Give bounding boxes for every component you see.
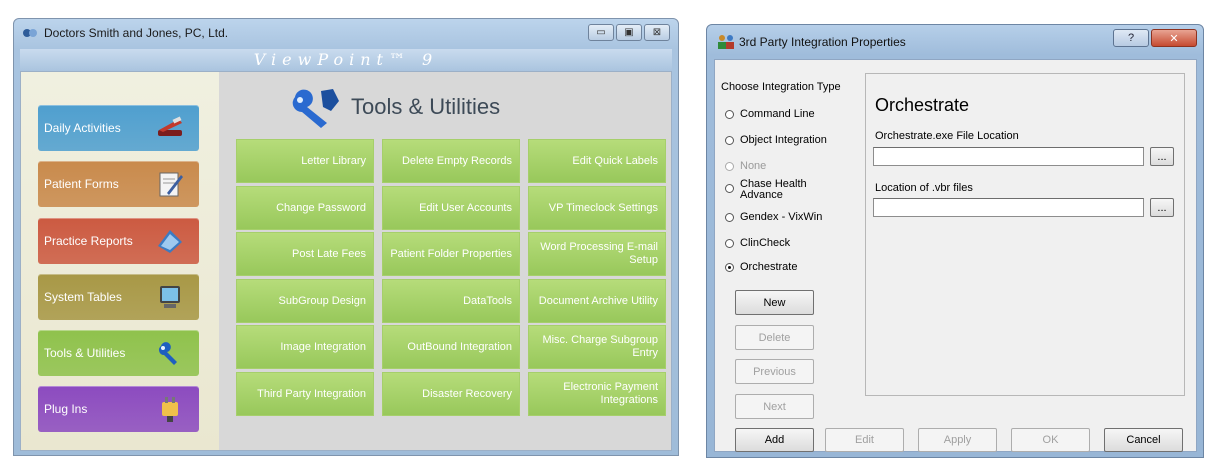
radio-label: Command Line: [740, 108, 815, 120]
nav-panel: Daily Activities Patient Forms Practice …: [21, 72, 219, 450]
monitor-icon: [160, 286, 180, 308]
maximize-button[interactable]: ▣: [616, 24, 642, 41]
tool-button[interactable]: Word Processing E-mail Setup: [528, 232, 666, 276]
dialog-client-area: Choose Integration Type Command Line Obj…: [714, 59, 1197, 452]
product-banner: ViewPoint™ 9: [20, 49, 672, 71]
main-window-title: Doctors Smith and Jones, PC, Ltd.: [44, 26, 229, 40]
tools-wrench-icon: [292, 89, 339, 128]
tool-button[interactable]: Document Archive Utility: [528, 279, 666, 323]
apply-button[interactable]: Apply: [918, 428, 997, 452]
add-button[interactable]: Add: [735, 428, 814, 452]
radio-command-line[interactable]: Command Line: [725, 108, 815, 120]
tool-button[interactable]: Delete Empty Records: [382, 139, 520, 183]
next-button[interactable]: Next: [735, 394, 814, 419]
tool-button[interactable]: OutBound Integration: [382, 325, 520, 369]
tool-button[interactable]: Patient Folder Properties: [382, 232, 520, 276]
new-button[interactable]: New: [735, 290, 814, 315]
edit-button[interactable]: Edit: [825, 428, 904, 452]
tool-button[interactable]: Edit User Accounts: [382, 186, 520, 230]
radio-label: ClinCheck: [740, 237, 791, 249]
nav-label: Plug Ins: [44, 402, 88, 416]
vbr-location-label: Location of .vbr files: [875, 182, 973, 194]
nav-label: Patient Forms: [44, 177, 119, 191]
exe-browse-button[interactable]: ...: [1150, 147, 1174, 166]
radio-dot-selected: [725, 262, 734, 272]
wrench-icon: [159, 342, 177, 365]
window-controls: ▭ ▣ ⊠: [588, 24, 670, 41]
radio-dot: [725, 135, 734, 145]
section-title: Tools & Utilities: [351, 94, 501, 119]
vbr-location-field[interactable]: [873, 198, 1144, 217]
tool-button[interactable]: Electronic Payment Integrations: [528, 372, 666, 416]
tool-button[interactable]: DataTools: [382, 279, 520, 323]
radio-label: Gendex - VixWin: [740, 211, 823, 223]
tool-button[interactable]: Misc. Charge Subgroup Entry: [528, 325, 666, 369]
tool-button[interactable]: VP Timeclock Settings: [528, 186, 666, 230]
radio-object-integration[interactable]: Object Integration: [725, 134, 827, 146]
nav-patient-forms[interactable]: Patient Forms: [38, 161, 199, 207]
dialog-title: 3rd Party Integration Properties: [739, 35, 906, 49]
tool-button[interactable]: SubGroup Design: [236, 279, 374, 323]
tool-button[interactable]: Third Party Integration: [236, 372, 374, 416]
minimize-button[interactable]: ▭: [588, 24, 614, 41]
tool-button[interactable]: Change Password: [236, 186, 374, 230]
help-button[interactable]: ?: [1113, 29, 1149, 47]
section-heading: Tools & Utilities: [287, 85, 500, 129]
tool-button[interactable]: Edit Quick Labels: [528, 139, 666, 183]
dialog-close-button[interactable]: ✕: [1151, 29, 1197, 47]
nav-plug-ins[interactable]: Plug Ins: [38, 386, 199, 432]
radio-dot: [725, 109, 734, 119]
radio-dot: [725, 238, 734, 248]
nav-label: Daily Activities: [44, 121, 121, 135]
radio-orchestrate[interactable]: Orchestrate: [725, 261, 797, 273]
tool-button[interactable]: Image Integration: [236, 325, 374, 369]
radio-clincheck[interactable]: ClinCheck: [725, 237, 790, 249]
nav-daily-activities[interactable]: Daily Activities: [38, 105, 199, 151]
delete-button[interactable]: Delete: [735, 325, 814, 350]
previous-button[interactable]: Previous: [735, 359, 814, 384]
vbr-browse-button[interactable]: ...: [1150, 198, 1174, 217]
nav-label: Practice Reports: [44, 234, 133, 248]
radio-label: None: [740, 160, 767, 172]
nav-system-tables[interactable]: System Tables: [38, 274, 199, 320]
close-button[interactable]: ⊠: [644, 24, 670, 41]
tool-button[interactable]: Letter Library: [236, 139, 374, 183]
tool-button[interactable]: Post Late Fees: [236, 232, 374, 276]
radio-label: Chase Health Advance: [740, 178, 807, 201]
app-icon: [23, 29, 37, 37]
radio-dot: [725, 184, 734, 193]
radio-none[interactable]: None: [725, 160, 766, 172]
form-pen-icon: [159, 172, 183, 197]
exe-location-label: Orchestrate.exe File Location: [875, 130, 1019, 142]
nav-tools-utilities[interactable]: Tools & Utilities: [38, 330, 199, 376]
radio-dot: [725, 161, 734, 171]
ok-button[interactable]: OK: [1011, 428, 1090, 452]
nav-label: Tools & Utilities: [44, 346, 126, 360]
radio-label: Object Integration: [740, 134, 827, 146]
tool-button[interactable]: Disaster Recovery: [382, 372, 520, 416]
radio-chase-health-advance[interactable]: Chase Health Advance: [725, 179, 815, 201]
main-client-area: Daily Activities Patient Forms Practice …: [20, 71, 672, 451]
people-icon: [718, 35, 734, 49]
plug-icon: [162, 397, 178, 422]
radio-dot: [725, 212, 734, 222]
integration-type-label: Choose Integration Type: [721, 81, 841, 93]
reports-folder-icon: [158, 230, 182, 253]
viewpoint-main-window: Doctors Smith and Jones, PC, Ltd. ▭ ▣ ⊠ …: [13, 18, 679, 456]
stapler-icon: [158, 116, 182, 136]
exe-location-field[interactable]: [873, 147, 1144, 166]
radio-label: Orchestrate: [740, 261, 798, 273]
detail-panel: Orchestrate Orchestrate.exe File Locatio…: [865, 73, 1185, 396]
cancel-button[interactable]: Cancel: [1104, 428, 1183, 452]
integration-properties-dialog: 3rd Party Integration Properties ? ✕ Cho…: [706, 24, 1204, 458]
main-title-bar: Doctors Smith and Jones, PC, Ltd.: [14, 19, 678, 47]
nav-label: System Tables: [44, 290, 122, 304]
nav-practice-reports[interactable]: Practice Reports: [38, 218, 199, 264]
radio-gendex-vixwin[interactable]: Gendex - VixWin: [725, 211, 822, 223]
detail-heading: Orchestrate: [875, 95, 970, 115]
